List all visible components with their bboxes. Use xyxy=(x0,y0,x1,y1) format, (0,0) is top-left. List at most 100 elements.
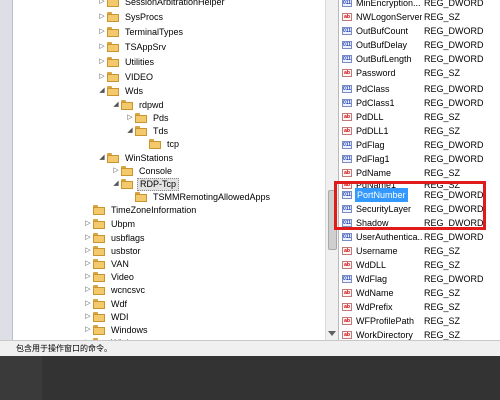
value-name: PdFlag1 xyxy=(356,154,390,164)
collapse-arrow-icon[interactable]: ◢ xyxy=(112,101,120,109)
expand-arrow-icon[interactable]: ▷ xyxy=(84,286,92,294)
status-bar: 包含用于操作窗口的命令。 xyxy=(0,340,500,356)
expand-arrow-icon[interactable]: ▷ xyxy=(98,0,106,6)
string-value-icon: ab xyxy=(342,13,352,21)
registry-value-row[interactable]: ab WFProfilePath REG_SZ xyxy=(339,314,500,328)
registry-value-row[interactable]: 011 PdClass1 REG_DWORD xyxy=(339,96,500,110)
registry-value-row[interactable]: 011 SecurityLayer REG_DWORD xyxy=(339,202,500,216)
tree-item-label: Tds xyxy=(153,126,169,136)
tree-item-label: rdpwd xyxy=(139,100,164,110)
string-value-icon: ab xyxy=(342,331,352,339)
registry-values-list[interactable]: 011 MinEncryption... REG_DWORDab NWLogonSer… xyxy=(339,0,500,340)
scrollbar-thumb[interactable] xyxy=(328,190,337,250)
registry-value-row[interactable]: ab WorkDirectory REG_SZ xyxy=(339,328,500,340)
registry-value-row[interactable]: ab PdDLL1 REG_SZ xyxy=(339,124,500,138)
registry-value-row[interactable]: 011 OutBufLength REG_DWORD xyxy=(339,52,500,66)
tree-item-label: WDI xyxy=(111,312,129,322)
expand-arrow-icon[interactable]: ▷ xyxy=(84,234,92,242)
value-type: REG_DWORD xyxy=(424,218,484,228)
collapse-arrow-icon[interactable]: ◢ xyxy=(112,180,120,188)
registry-value-row[interactable]: 011 OutBufCount REG_DWORD xyxy=(339,24,500,38)
registry-value-row[interactable]: 011 PdClass REG_DWORD xyxy=(339,82,500,96)
tree-item-label: TimeZoneInformation xyxy=(111,205,197,215)
value-name: PdClass xyxy=(356,84,390,94)
expand-arrow-icon[interactable]: ▷ xyxy=(84,326,92,334)
tree-item-label: Console xyxy=(139,166,173,176)
registry-value-row[interactable]: ab NWLogonServer REG_SZ xyxy=(339,10,500,24)
string-value-icon: ab xyxy=(342,289,352,297)
folder-icon xyxy=(93,312,106,322)
registry-value-row[interactable]: 011 Shadow REG_DWORD xyxy=(339,216,500,230)
registry-value-row[interactable]: ab WdPrefix REG_SZ xyxy=(339,300,500,314)
dword-value-icon: 011 xyxy=(342,233,352,241)
expand-arrow-icon[interactable]: ▷ xyxy=(84,220,92,228)
string-value-icon: ab xyxy=(342,113,352,121)
value-name: WdPrefix xyxy=(356,302,393,312)
dword-value-icon: 011 xyxy=(342,275,352,283)
folder-icon xyxy=(93,219,106,229)
expand-arrow-icon[interactable]: ▷ xyxy=(126,114,134,122)
registry-value-row[interactable]: 011 MinEncryption... REG_DWORD xyxy=(339,0,500,10)
dword-value-icon: 011 xyxy=(342,205,352,213)
folder-icon xyxy=(107,86,120,96)
collapse-arrow-icon[interactable]: ◢ xyxy=(98,87,106,95)
collapse-arrow-icon[interactable]: ◢ xyxy=(98,154,106,162)
value-name: OutBufLength xyxy=(356,54,412,64)
registry-editor-window: ▷ SessionArbitrationHelper ▷ SysProcs ▷ Termi… xyxy=(0,0,500,356)
expand-arrow-icon[interactable]: ▷ xyxy=(98,58,106,66)
string-value-icon: ab xyxy=(342,169,352,177)
value-name: NWLogonServer xyxy=(356,12,422,22)
expand-arrow-icon[interactable] xyxy=(126,193,134,201)
registry-value-row[interactable]: ab PdDLL REG_SZ xyxy=(339,110,500,124)
string-value-icon: ab xyxy=(342,127,352,135)
value-name: WFProfilePath xyxy=(356,316,415,326)
dword-value-icon: 011 xyxy=(342,0,352,7)
expand-arrow-icon[interactable]: ▷ xyxy=(98,28,106,36)
value-name: SecurityLayer xyxy=(356,204,412,214)
string-value-icon: ab xyxy=(342,247,352,255)
dword-value-icon: 011 xyxy=(342,55,352,63)
expand-arrow-icon[interactable]: ▷ xyxy=(98,13,106,21)
tree-item-label: Wds xyxy=(125,86,143,96)
folder-icon xyxy=(121,100,134,110)
expand-arrow-icon[interactable]: ▷ xyxy=(84,300,92,308)
folder-icon xyxy=(107,12,120,22)
expand-arrow-icon[interactable]: ▷ xyxy=(84,313,92,321)
registry-key-tree[interactable]: ▷ SessionArbitrationHelper ▷ SysProcs ▷ Termi… xyxy=(13,0,325,340)
expand-arrow-icon[interactable]: ▷ xyxy=(112,167,120,175)
registry-value-row[interactable]: 011 PdFlag1 REG_DWORD xyxy=(339,152,500,166)
collapse-arrow-icon[interactable]: ◢ xyxy=(126,127,134,135)
expand-arrow-icon[interactable]: ▷ xyxy=(84,260,92,268)
registry-value-row[interactable]: ab WdDLL REG_SZ xyxy=(339,258,500,272)
expand-arrow-icon[interactable]: ▷ xyxy=(84,247,92,255)
folder-icon xyxy=(93,259,106,269)
folder-icon xyxy=(135,192,148,202)
value-type: REG_DWORD xyxy=(424,54,484,64)
value-name: PdDLL xyxy=(356,112,384,122)
value-name: WdName xyxy=(356,288,394,298)
tree-item-label: TerminalTypes xyxy=(125,27,184,37)
expand-arrow-icon[interactable] xyxy=(140,140,148,148)
registry-value-row[interactable]: ab Username REG_SZ xyxy=(339,244,500,258)
tree-vertical-scrollbar[interactable] xyxy=(325,0,339,340)
expand-arrow-icon[interactable]: ▷ xyxy=(84,273,92,281)
value-type: REG_DWORD xyxy=(424,274,484,284)
tree-item-label: VAN xyxy=(111,259,129,269)
scroll-down-arrow-icon[interactable] xyxy=(328,331,336,336)
expand-arrow-icon[interactable] xyxy=(84,206,92,214)
expand-arrow-icon[interactable]: ▷ xyxy=(98,73,106,81)
registry-value-row[interactable]: 011 OutBufDelay REG_DWORD xyxy=(339,38,500,52)
expand-arrow-icon[interactable]: ▷ xyxy=(98,43,106,51)
folder-icon xyxy=(93,299,106,309)
registry-value-row[interactable]: 011 WdFlag REG_DWORD xyxy=(339,272,500,286)
registry-value-row[interactable]: 011 PdFlag REG_DWORD xyxy=(339,138,500,152)
registry-value-row[interactable]: ab Password REG_SZ xyxy=(339,66,500,80)
value-name: WdFlag xyxy=(356,274,388,284)
tree-item-label: Ubpm xyxy=(111,219,136,229)
desktop-shade xyxy=(42,356,500,400)
value-name: WdDLL xyxy=(356,260,387,270)
registry-value-row[interactable]: 011 PortNumber REG_DWORD xyxy=(339,188,500,202)
registry-value-row[interactable]: ab WdName REG_SZ xyxy=(339,286,500,300)
dword-value-icon: 011 xyxy=(342,41,352,49)
registry-value-row[interactable]: 011 UserAuthentica... REG_DWORD xyxy=(339,230,500,244)
